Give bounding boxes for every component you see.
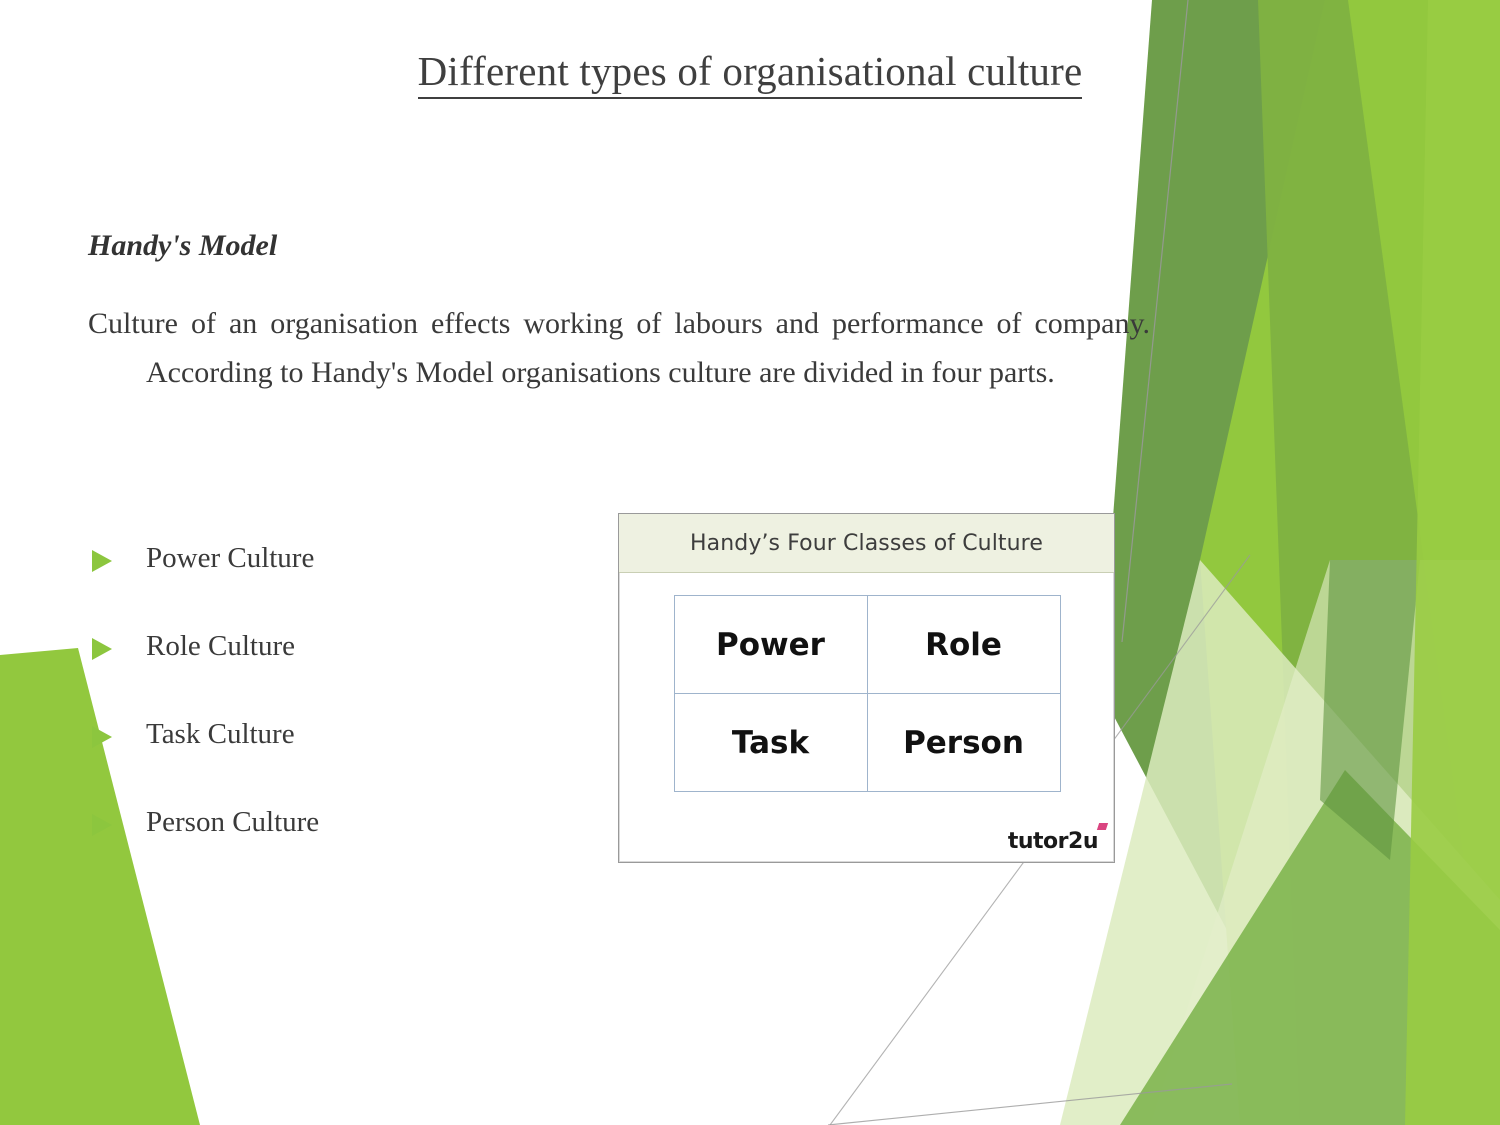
triangle-bullet-icon	[92, 638, 112, 660]
slide-title: Different types of organisational cultur…	[0, 48, 1500, 95]
list-item-label: Task Culture	[146, 718, 295, 750]
culture-types-list: Power Culture Role Culture Task Culture …	[88, 528, 558, 880]
decor-hairline-diagonal	[828, 1084, 1232, 1125]
list-item: Person Culture	[88, 792, 558, 880]
triangle-bullet-icon	[92, 814, 112, 836]
figure-cell-task: Task	[674, 693, 868, 792]
tutor2u-logo-mark-icon	[1097, 823, 1108, 830]
body-paragraph: Culture of an organisation effects worki…	[88, 300, 1150, 398]
decor-mid-green-shard	[1258, 0, 1500, 1125]
decor-dark-overlap-wedge	[1320, 560, 1420, 860]
figure-cell-role: Role	[867, 595, 1061, 694]
decor-far-right-column	[1405, 0, 1500, 1125]
figure-cell-person: Person	[867, 693, 1061, 792]
decor-right-bright-band	[1200, 0, 1500, 1125]
triangle-bullet-icon	[92, 726, 112, 748]
tutor2u-logo: tutor2u	[1008, 829, 1098, 854]
figure-cell-power: Power	[674, 595, 868, 694]
decor-right-sage-band	[1100, 0, 1500, 1125]
triangle-bullet-icon	[92, 550, 112, 572]
list-item: Role Culture	[88, 616, 558, 704]
slide-body: Handy's Model Culture of an organisation…	[88, 228, 1150, 398]
tutor2u-logo-text: tutor2u	[1008, 829, 1098, 854]
decor-lower-diagonal-slab	[1120, 770, 1500, 1125]
list-item: Power Culture	[88, 528, 558, 616]
body-subheading: Handy's Model	[88, 228, 1150, 264]
decor-pale-upward	[1150, 560, 1500, 1125]
figure-quadrant-grid: Power Role Task Person	[674, 595, 1060, 791]
presentation-slide: Different types of organisational cultur…	[0, 0, 1500, 1125]
list-item-label: Power Culture	[146, 542, 314, 574]
figure-header-label: Handy’s Four Classes of Culture	[619, 514, 1114, 573]
slide-title-text: Different types of organisational cultur…	[418, 48, 1083, 99]
handys-four-classes-figure: Handy’s Four Classes of Culture Power Ro…	[618, 513, 1115, 863]
list-item: Task Culture	[88, 704, 558, 792]
decor-pale-sweep	[1060, 560, 1500, 1125]
list-item-label: Role Culture	[146, 630, 295, 662]
list-item-label: Person Culture	[146, 806, 319, 838]
